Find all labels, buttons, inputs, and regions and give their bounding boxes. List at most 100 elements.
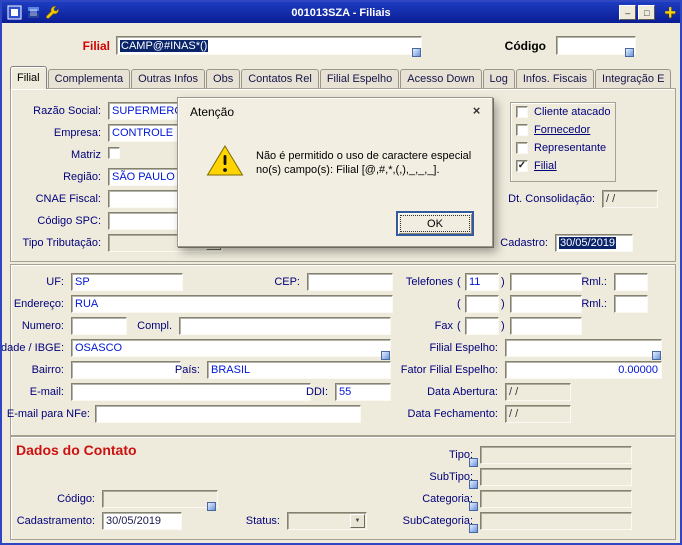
filial-espelho-lookup-icon[interactable]	[652, 351, 661, 360]
titlebar: 001013SZA - Filiais – □ +	[2, 2, 680, 23]
wrench-icon	[44, 5, 60, 21]
telefone2-ddd-input[interactable]	[465, 295, 499, 313]
tab-filial[interactable]: Filial	[10, 66, 47, 89]
tab-outras-infos[interactable]: Outras Infos	[131, 69, 206, 88]
contato-codigo-label: Código:	[57, 493, 95, 505]
minimize-button[interactable]: –	[619, 5, 637, 20]
tipo-lookup-icon[interactable]	[469, 458, 478, 467]
tab-log[interactable]: Log	[482, 69, 515, 88]
compl-input[interactable]	[179, 317, 391, 335]
contato-subtipo-input[interactable]	[480, 468, 632, 486]
cadastramento-label: Cadastramento:	[16, 515, 95, 527]
representante-label: Representante	[534, 142, 607, 154]
email-nfe-input[interactable]	[95, 405, 361, 423]
data-fechamento-input[interactable]: / /	[505, 405, 571, 423]
cidade-ibge-input[interactable]: OSASCO	[71, 339, 391, 357]
filial-input[interactable]: CAMP@#INAS*()	[116, 36, 422, 55]
filial-espelho-label: Filial Espelho:	[429, 342, 498, 354]
razao-social-label: Razão Social:	[33, 105, 101, 117]
subtipo-lookup-icon[interactable]	[469, 480, 478, 489]
fax-label: Fax	[434, 320, 453, 332]
fax-input[interactable]	[510, 317, 582, 335]
filial-value-selected: CAMP@#INAS*()	[120, 39, 209, 52]
representante-checkbox[interactable]	[516, 142, 528, 154]
cidade-lookup-icon[interactable]	[381, 351, 390, 360]
maximize-button[interactable]: □	[638, 5, 656, 20]
status-select[interactable]: ▼	[287, 512, 367, 530]
filial-lookup-icon[interactable]	[412, 48, 421, 57]
ddi-input[interactable]: 55	[335, 383, 391, 401]
rml2-input[interactable]	[614, 295, 648, 313]
ok-button[interactable]: OK	[396, 211, 474, 236]
cidade-ibge-label: Cidade / IBGE:	[1, 342, 64, 354]
email-input[interactable]	[71, 383, 311, 401]
close-icon[interactable]: ×	[469, 103, 484, 118]
telefone1-ddd-input[interactable]: 11	[465, 273, 499, 291]
tab-contatos-rel[interactable]: Contatos Rel	[241, 69, 319, 88]
warning-dialog: Atenção × Não é permitido o uso de carac…	[177, 97, 493, 247]
contato-subcategoria-input[interactable]	[480, 512, 632, 530]
telefone2-input[interactable]	[510, 295, 582, 313]
numero-input[interactable]	[71, 317, 127, 335]
close-plus-button[interactable]: +	[664, 3, 676, 23]
subcategoria-lookup-icon[interactable]	[469, 524, 478, 533]
contato-subcategoria-label: SubCategoria:	[402, 515, 473, 527]
uf-input[interactable]: SP	[71, 273, 183, 291]
cep-label: CEP:	[274, 276, 300, 288]
paren-close: )	[501, 298, 505, 310]
paren-open: (	[457, 320, 461, 332]
cep-input[interactable]	[307, 273, 393, 291]
regiao-label: Região:	[63, 171, 101, 183]
filial-header-label: Filial	[82, 39, 110, 53]
tab-infos-fiscais[interactable]: Infos. Fiscais	[515, 69, 595, 88]
cadastro-input[interactable]: 30/05/2019	[555, 234, 633, 252]
codigo-lookup-icon[interactable]	[625, 48, 634, 57]
email-nfe-label: E-mail para NFe:	[6, 408, 90, 420]
fator-filial-espelho-label: Fator Filial Espelho:	[400, 364, 498, 376]
contato-categoria-input[interactable]	[480, 490, 632, 508]
dados-contato-title: Dados do Contato	[16, 442, 137, 458]
rml1-input[interactable]	[614, 273, 648, 291]
email-label: E-mail:	[29, 386, 64, 398]
paren-close: )	[501, 320, 505, 332]
rml2-label: Rml.:	[581, 298, 607, 310]
empresa-label: Empresa:	[53, 127, 101, 139]
telefone1-input[interactable]	[510, 273, 582, 291]
fator-filial-espelho-input[interactable]: 0.00000	[505, 361, 662, 379]
tab-filial-espelho[interactable]: Filial Espelho	[319, 69, 400, 88]
endereco-input[interactable]: RUA	[71, 295, 393, 313]
pais-input[interactable]: BRASIL	[207, 361, 391, 379]
categoria-lookup-icon[interactable]	[469, 502, 478, 511]
app-window: 001013SZA - Filiais – □ + Filial CAMP@#I…	[0, 0, 682, 545]
tab-obs[interactable]: Obs	[206, 69, 241, 88]
chevron-down-icon[interactable]: ▼	[350, 514, 365, 528]
matriz-label: Matriz	[71, 149, 101, 161]
tab-acesso-down[interactable]: Acesso Down	[400, 69, 482, 88]
matriz-checkbox[interactable]	[108, 147, 120, 159]
fornecedor-checkbox[interactable]	[516, 124, 528, 136]
bairro-label: Bairro:	[31, 364, 64, 376]
dt-consolidacao-input[interactable]: / /	[602, 190, 658, 208]
cadastramento-input[interactable]: 30/05/2019	[102, 512, 182, 530]
endereco-label: Endereço:	[13, 298, 64, 310]
data-abertura-input[interactable]: / /	[505, 383, 571, 401]
tab-integracao[interactable]: Integração E	[595, 69, 672, 88]
dt-consolidacao-label: Dt. Consolidação:	[508, 193, 595, 205]
cliente-atacado-checkbox[interactable]	[516, 106, 528, 118]
contato-tipo-input[interactable]	[480, 446, 632, 464]
warning-triangle-icon	[206, 144, 244, 181]
contato-codigo-input[interactable]	[102, 490, 218, 508]
check-icon: ✓	[517, 160, 527, 171]
contato-codigo-lookup-icon[interactable]	[207, 502, 216, 511]
fax-ddd-input[interactable]	[465, 317, 499, 335]
tab-complementa[interactable]: Complementa	[47, 69, 131, 88]
bairro-input[interactable]	[71, 361, 181, 379]
contato-subtipo-label: SubTipo:	[429, 471, 473, 483]
paren-open: (	[457, 298, 461, 310]
filial-checkbox[interactable]: ✓	[516, 160, 528, 172]
rml1-label: Rml.:	[581, 276, 607, 288]
pais-label: País:	[174, 364, 200, 376]
filial-espelho-input[interactable]	[505, 339, 662, 357]
codigo-input[interactable]	[556, 36, 636, 55]
tipo-tributacao-label: Tipo Tributação:	[22, 237, 101, 249]
